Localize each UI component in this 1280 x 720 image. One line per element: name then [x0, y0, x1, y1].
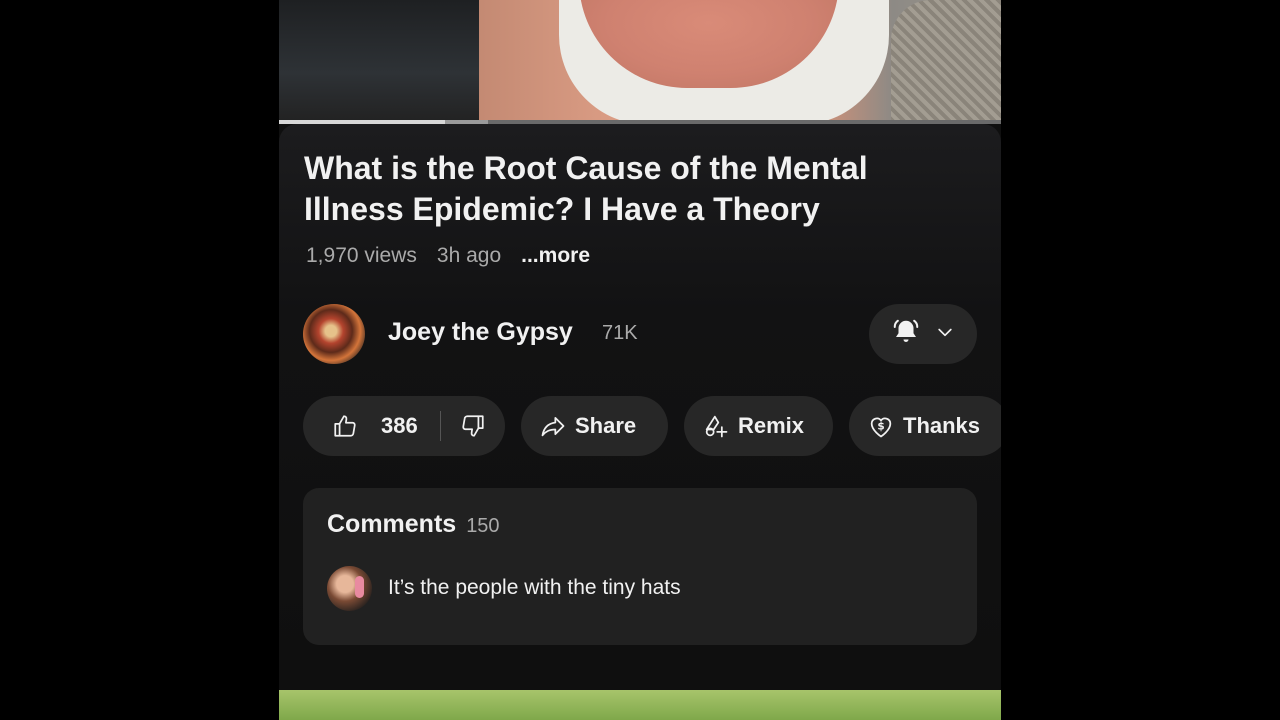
comments-card[interactable]: Comments 150 It’s the people with the ti…: [303, 488, 977, 645]
view-count: 1,970 views: [306, 244, 417, 267]
channel-name[interactable]: Joey the Gypsy: [388, 318, 573, 347]
commenter-avatar-detail: [355, 576, 364, 598]
dislike-button[interactable]: [459, 412, 487, 440]
svg-text:$: $: [877, 421, 884, 433]
comments-header: Comments 150: [327, 510, 500, 539]
notification-button[interactable]: [869, 304, 977, 364]
thumbs-up-icon: [331, 412, 359, 440]
like-button[interactable]: 386: [331, 412, 418, 440]
next-video-thumbnail[interactable]: [279, 690, 1001, 720]
comments-count: 150: [466, 515, 500, 537]
action-bar: 386 Share Remix $ Thanks: [303, 396, 1001, 456]
heart-dollar-icon: $: [867, 412, 895, 440]
upload-age: 3h ago: [436, 244, 502, 267]
video-info-panel: What is the Root Cause of the Mental Ill…: [279, 124, 1001, 660]
remix-label: Remix: [738, 413, 805, 438]
top-comment-text: It’s the people with the tiny hats: [388, 576, 681, 599]
comments-label: Comments: [327, 510, 457, 538]
channel-avatar[interactable]: [303, 304, 365, 364]
video-background: [279, 0, 479, 122]
remix-icon: [702, 412, 730, 440]
thanks-label: Thanks: [903, 413, 981, 438]
like-divider: [440, 411, 441, 441]
like-dislike-pill: 386: [303, 396, 505, 456]
remix-button[interactable]: Remix: [684, 396, 833, 456]
share-label: Share: [575, 413, 637, 438]
video-meta[interactable]: 1,970 views 3h ago ...more: [306, 244, 590, 268]
commenter-avatar: [327, 566, 372, 611]
share-button[interactable]: Share: [521, 396, 668, 456]
share-arrow-icon: [539, 412, 567, 440]
bell-ringing-icon: [891, 317, 921, 352]
video-scene-rope: [891, 0, 1001, 122]
video-title[interactable]: What is the Root Cause of the Mental Ill…: [304, 148, 944, 230]
mobile-frame: What is the Root Cause of the Mental Ill…: [279, 0, 1001, 720]
more-link[interactable]: ...more: [521, 244, 590, 268]
channel-row[interactable]: Joey the Gypsy 71K: [303, 304, 977, 364]
subscriber-count: 71K: [602, 322, 638, 344]
like-count: 386: [381, 413, 418, 438]
chevron-down-icon: [935, 322, 955, 347]
thanks-button[interactable]: $ Thanks: [849, 396, 1001, 456]
video-player[interactable]: [279, 0, 1001, 122]
